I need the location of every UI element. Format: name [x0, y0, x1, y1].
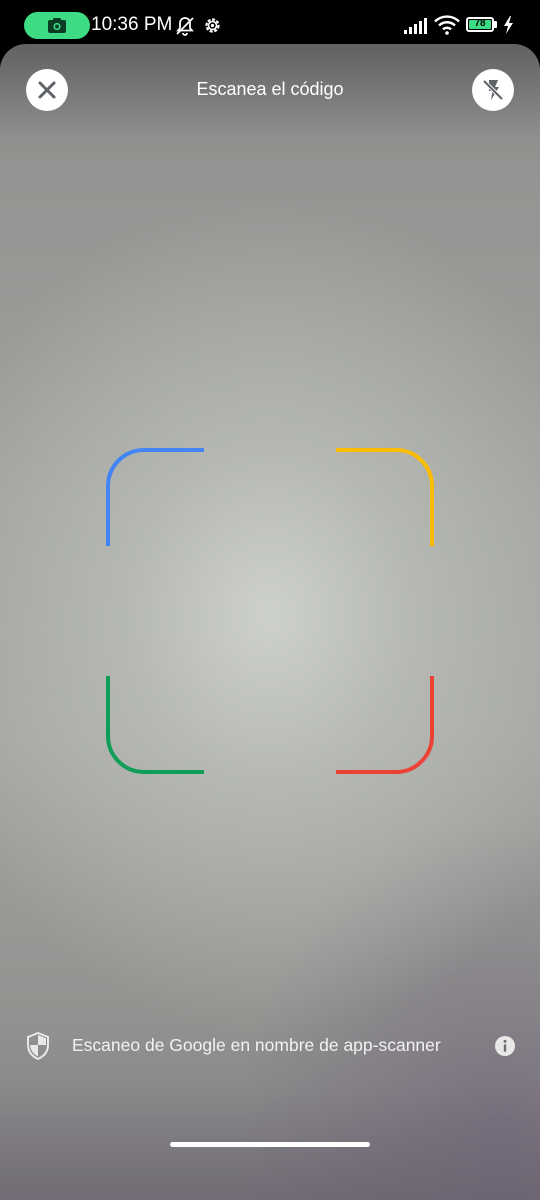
- battery-tip: [494, 21, 497, 28]
- bell-off-icon: [176, 17, 194, 36]
- scan-frame: [106, 448, 434, 774]
- scan-frame-corner-bottom-right: [336, 676, 434, 774]
- charging-bolt-icon: [504, 16, 513, 34]
- home-indicator[interactable]: [170, 1142, 370, 1147]
- status-time: 10:36 PM: [91, 14, 173, 35]
- battery-icon: 78: [466, 17, 494, 32]
- info-icon[interactable]: [494, 1035, 516, 1057]
- scan-frame-corner-bottom-left: [106, 676, 204, 774]
- flash-off-icon: [482, 79, 504, 101]
- settings-gear-icon: [205, 18, 220, 33]
- status-bar: 10:36 PM 78: [0, 0, 540, 48]
- flash-toggle-button[interactable]: [472, 69, 514, 111]
- scan-frame-corner-top-right: [336, 448, 434, 546]
- wifi-icon: [434, 15, 460, 35]
- camera-icon: [48, 18, 66, 33]
- close-button[interactable]: [26, 69, 68, 111]
- close-icon: [38, 81, 56, 99]
- footer-attribution-text: Escaneo de Google en nombre de app-scann…: [72, 1035, 441, 1055]
- camera-in-use-indicator[interactable]: [24, 12, 90, 39]
- camera-preview[interactable]: Escanea el código: [0, 44, 540, 1200]
- signal-icon: [404, 18, 427, 34]
- scanner-screen: 10:36 PM 78 Escanea el código Escaneo de…: [0, 0, 540, 1200]
- page-title: Escanea el código: [196, 79, 344, 99]
- shield-icon: [27, 1032, 49, 1060]
- battery-level: 78: [474, 18, 486, 29]
- scan-frame-corner-top-left: [106, 448, 204, 546]
